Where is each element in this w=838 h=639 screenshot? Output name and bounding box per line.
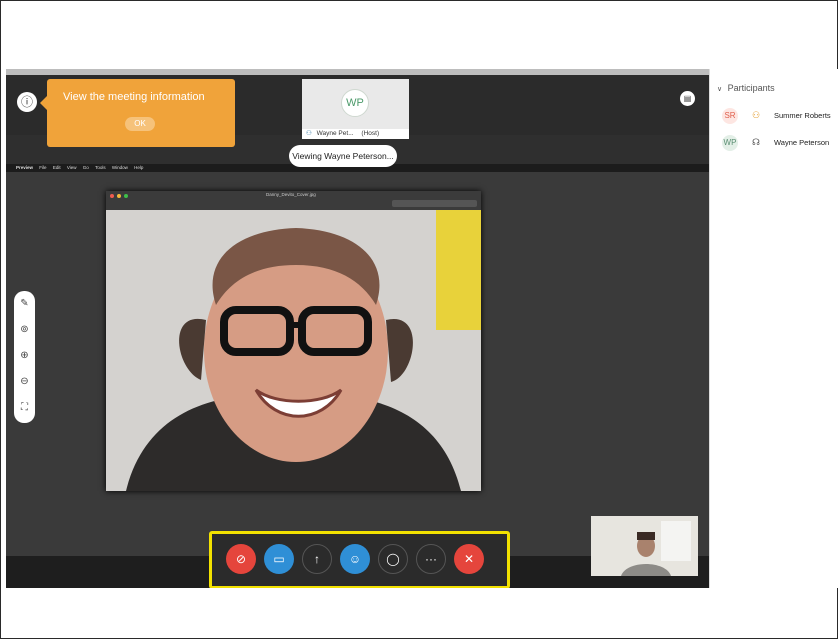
participant-row[interactable]: SR ⚇ Summer Roberts	[710, 106, 838, 126]
participants-header[interactable]: ∨ Participants	[717, 83, 775, 93]
tooltip-ok-button[interactable]: OK	[125, 117, 155, 131]
participant-name: Wayne Peterson	[774, 138, 830, 147]
tooltip-text: View the meeting information	[63, 91, 205, 103]
participants-panel: ∨ Participants SR ⚇ Summer Roberts WP ☊ …	[709, 69, 838, 588]
host-role-icon: ☊	[752, 137, 760, 147]
info-icon[interactable]: ⓘ	[17, 92, 37, 112]
menu-tools: Tools	[95, 165, 106, 170]
shared-photo	[106, 210, 481, 491]
zoom-out-icon[interactable]: ⊖	[14, 369, 35, 395]
preview-toolbar: Danny_Devito_Cover.jpg	[106, 191, 481, 210]
meeting-controls: ⊘ ▭ ↑ ☺ ◯ ··· ✕	[209, 531, 510, 588]
search-field	[392, 200, 477, 207]
host-avatar: WP	[341, 89, 369, 117]
chevron-down-icon: ∨	[717, 86, 723, 93]
self-view-video	[591, 516, 698, 576]
minimize-dot	[117, 194, 121, 198]
remote-control-icon[interactable]: ⊚	[14, 317, 35, 343]
portrait-image	[106, 210, 481, 491]
host-name: Wayne Pet...	[316, 130, 354, 137]
menu-edit: Edit	[52, 165, 61, 170]
layout-icon[interactable]: ▤	[680, 91, 695, 106]
presenter-icon: ⚇	[752, 110, 761, 120]
mic-off-icon[interactable]: ⊘	[226, 544, 256, 574]
host-name-bar: ⚇ Wayne Pet... (Host)	[302, 129, 409, 139]
window-frame: ⓘ View the meeting information OK WP ⚇ W…	[0, 0, 838, 639]
avatar: SR	[722, 108, 738, 124]
annotation-toolbar: ✎ ⊚ ⊕ ⊖ ⛶	[14, 291, 35, 423]
camera-icon[interactable]: ▭	[264, 544, 294, 574]
menu-go: Go	[82, 165, 89, 170]
menu-preview: Preview	[16, 165, 34, 170]
menu-file: File	[39, 165, 47, 170]
menu-help: Help	[134, 165, 144, 170]
host-video-tile[interactable]: WP ⚇ Wayne Pet... (Host)	[302, 79, 409, 139]
self-view-image	[591, 516, 698, 576]
participants-title: Participants	[727, 83, 775, 93]
fit-screen-icon[interactable]: ⛶	[14, 395, 35, 421]
host-role: (Host)	[361, 130, 380, 137]
avatar: WP	[722, 135, 738, 151]
shared-screen: Preview File Edit View Go Tools Window H…	[6, 164, 709, 556]
participant-row[interactable]: WP ☊ Wayne Peterson	[710, 133, 838, 153]
preview-title: Danny_Devito_Cover.jpg	[266, 192, 316, 197]
webex-meeting-window: ⓘ View the meeting information OK WP ⚇ W…	[6, 69, 838, 588]
zoom-in-icon[interactable]: ⊕	[14, 343, 35, 369]
annotate-icon[interactable]: ✎	[14, 291, 35, 317]
meeting-info-tooltip: View the meeting information OK	[40, 79, 235, 147]
preview-window: Danny_Devito_Cover.jpg	[106, 191, 481, 491]
menu-view: View	[66, 165, 77, 170]
participants-icon[interactable]: ☺	[340, 544, 370, 574]
chat-icon[interactable]: ◯	[378, 544, 408, 574]
host-icon: ⚇	[306, 130, 312, 137]
close-dot	[110, 194, 114, 198]
participant-name: Summer Roberts	[774, 111, 831, 120]
close-icon[interactable]: ✕	[454, 544, 484, 574]
more-icon[interactable]: ···	[416, 544, 446, 574]
share-icon[interactable]: ↑	[302, 544, 332, 574]
viewing-label: Viewing Wayne Peterson...	[289, 145, 397, 167]
meeting-header: ⓘ View the meeting information OK WP ⚇ W…	[6, 75, 709, 147]
zoom-dot	[124, 194, 128, 198]
menu-window: Window	[111, 165, 128, 170]
